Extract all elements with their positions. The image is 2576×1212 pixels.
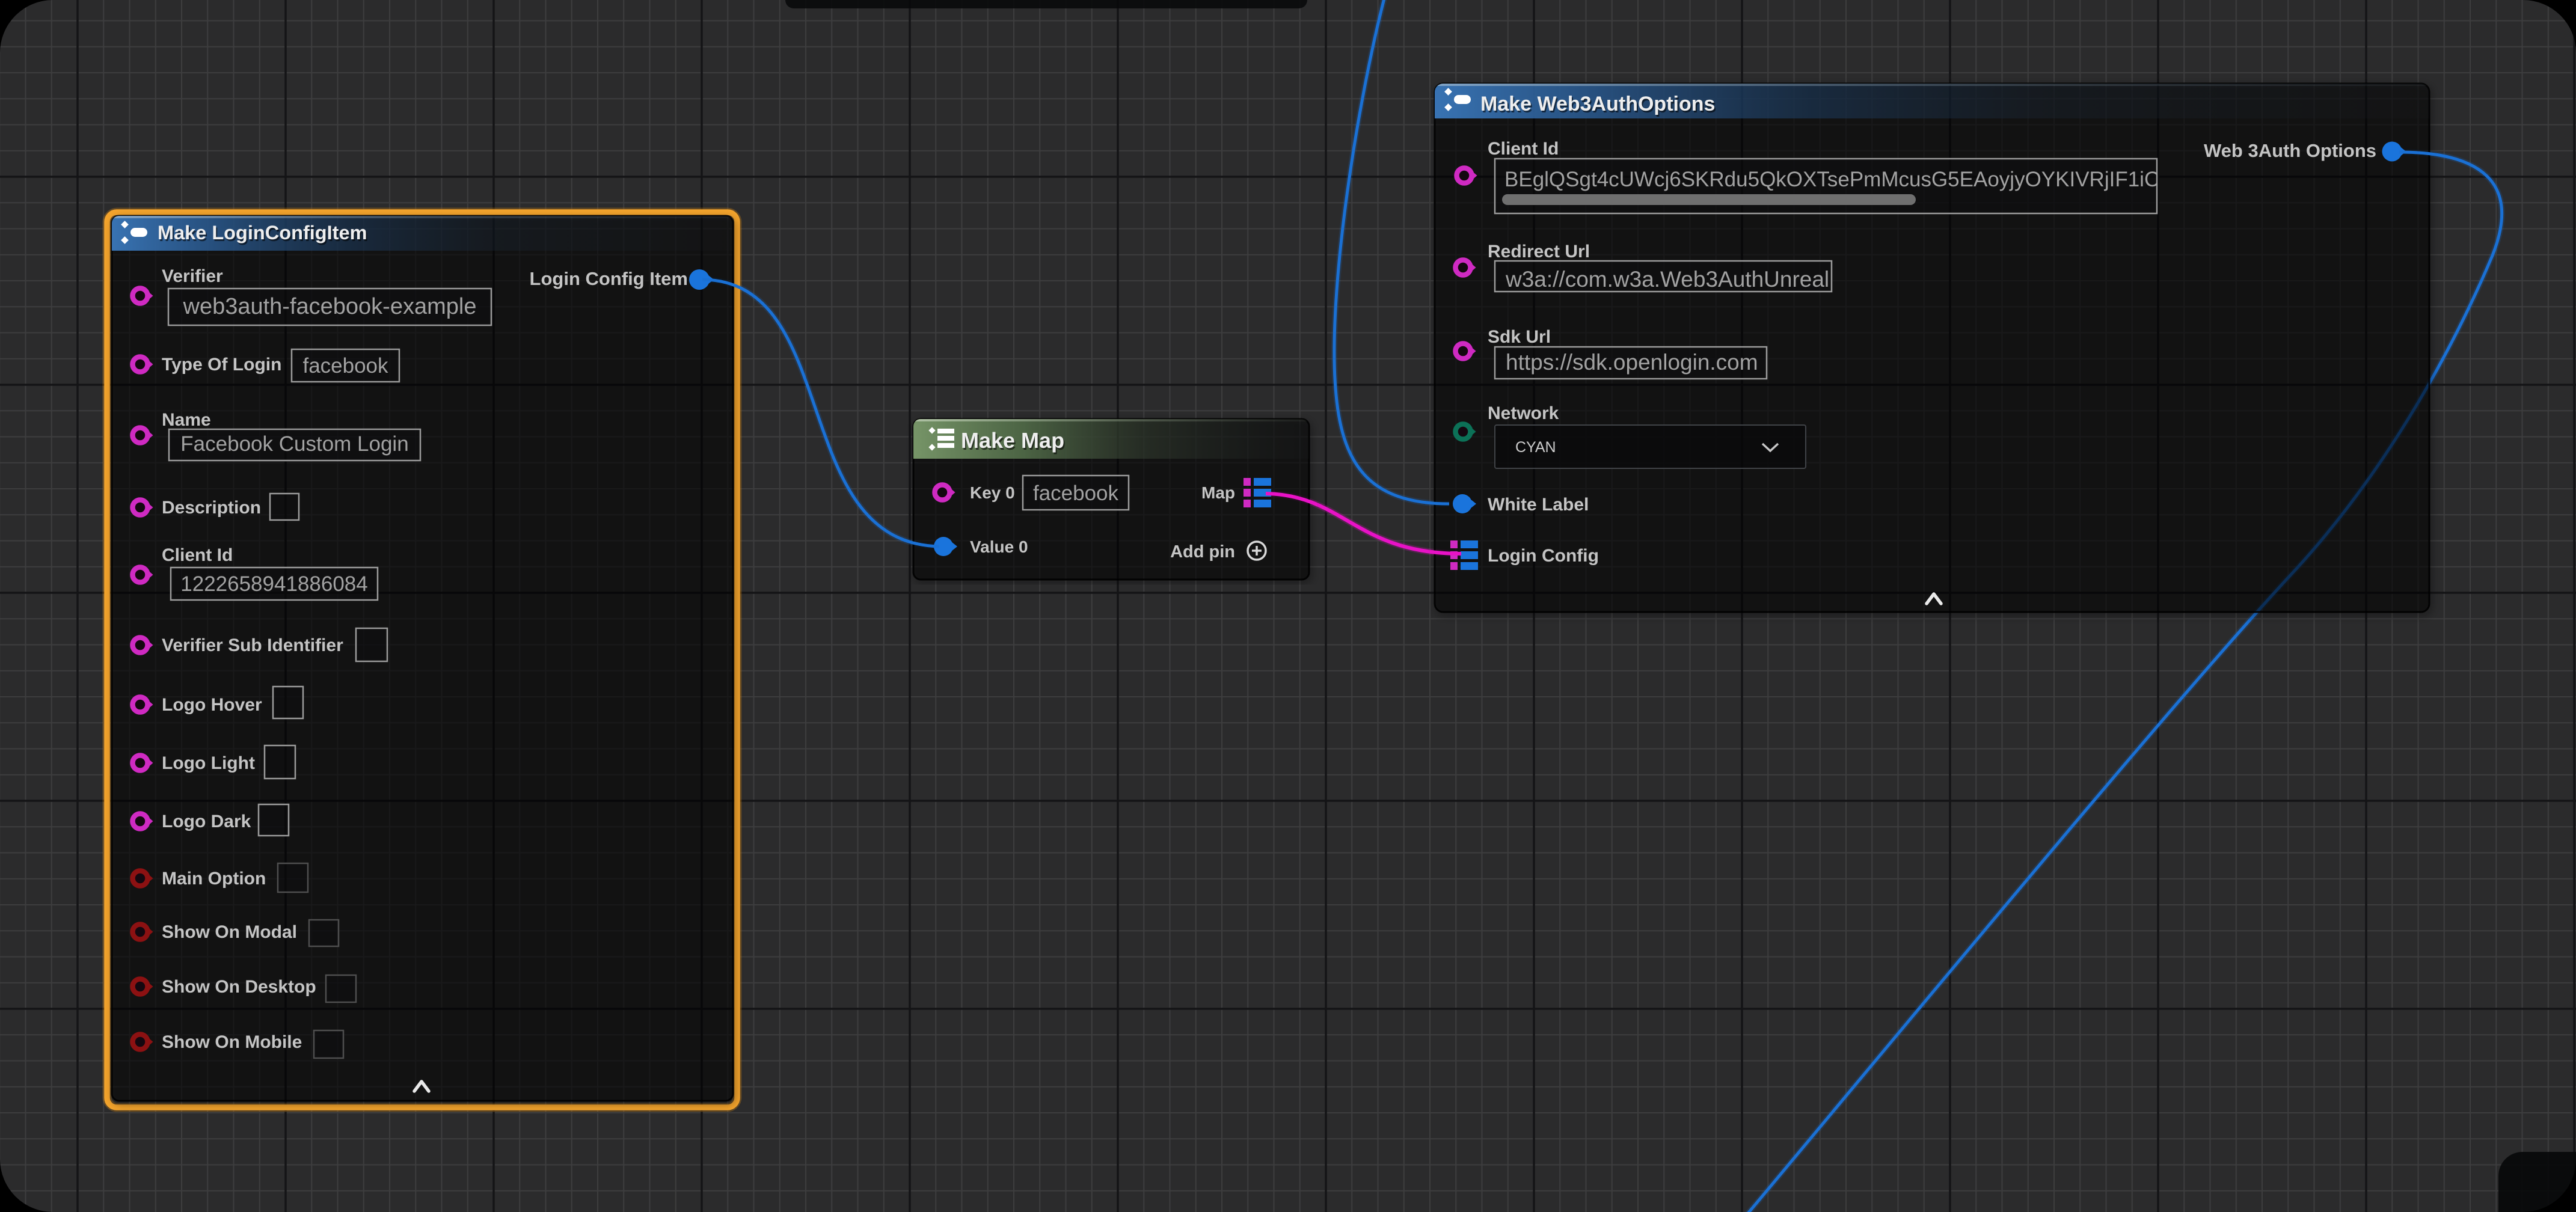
svg-text:Network: Network xyxy=(1488,403,1559,423)
svg-text:Show On Modal: Show On Modal xyxy=(162,922,297,942)
svg-text:Show On Mobile: Show On Mobile xyxy=(162,1032,302,1052)
svg-text:Show On Desktop: Show On Desktop xyxy=(162,977,316,997)
svg-text:Logo Dark: Logo Dark xyxy=(162,812,251,831)
svg-text:w3a://com.w3a.Web3AuthUnreal: w3a://com.w3a.Web3AuthUnreal xyxy=(1505,267,1829,292)
svg-text:Make Web3AuthOptions: Make Web3AuthOptions xyxy=(1480,93,1715,115)
svg-text:CYAN: CYAN xyxy=(1515,439,1556,456)
svg-text:Sdk Url: Sdk Url xyxy=(1488,327,1551,347)
svg-text:Logo Light: Logo Light xyxy=(162,753,255,773)
svg-text:Verifier: Verifier xyxy=(162,266,223,286)
svg-text:Add pin: Add pin xyxy=(1170,542,1235,562)
svg-text:Login Config Item: Login Config Item xyxy=(530,268,688,289)
svg-text:Verifier Sub Identifier: Verifier Sub Identifier xyxy=(162,635,343,655)
svg-text:facebook: facebook xyxy=(1033,482,1119,505)
svg-text:BEglQSgt4cUWcj6SKRdu5QkOXTsePm: BEglQSgt4cUWcj6SKRdu5QkOXTsePmMcusG5EAoy… xyxy=(1504,168,2159,191)
svg-text:Logo Hover: Logo Hover xyxy=(162,695,262,715)
svg-text:Redirect Url: Redirect Url xyxy=(1488,242,1590,262)
svg-text:Value 0: Value 0 xyxy=(970,537,1028,556)
svg-text:Web 3Auth Options: Web 3Auth Options xyxy=(2204,140,2376,161)
svg-text:Make LoginConfigItem: Make LoginConfigItem xyxy=(158,222,367,243)
svg-text:Main Option: Main Option xyxy=(162,869,266,889)
svg-text:Description: Description xyxy=(162,498,261,518)
svg-text:Make Map: Make Map xyxy=(961,428,1064,453)
svg-text:web3auth-facebook-example: web3auth-facebook-example xyxy=(183,294,477,319)
svg-text:Client Id: Client Id xyxy=(162,545,233,565)
svg-text:Type Of Login: Type Of Login xyxy=(162,355,281,375)
svg-text:Facebook Custom Login: Facebook Custom Login xyxy=(180,432,408,456)
svg-text:Name: Name xyxy=(162,410,211,430)
svg-text:https://sdk.openlogin.com: https://sdk.openlogin.com xyxy=(1506,350,1758,375)
svg-text:Map: Map xyxy=(1201,483,1235,502)
svg-text:White Label: White Label xyxy=(1488,495,1589,515)
svg-text:Login Config: Login Config xyxy=(1488,546,1599,566)
svg-text:Key 0: Key 0 xyxy=(970,483,1015,502)
svg-text:1222658941886084: 1222658941886084 xyxy=(180,572,367,596)
svg-text:facebook: facebook xyxy=(302,354,388,378)
svg-text:Client Id: Client Id xyxy=(1488,139,1559,159)
